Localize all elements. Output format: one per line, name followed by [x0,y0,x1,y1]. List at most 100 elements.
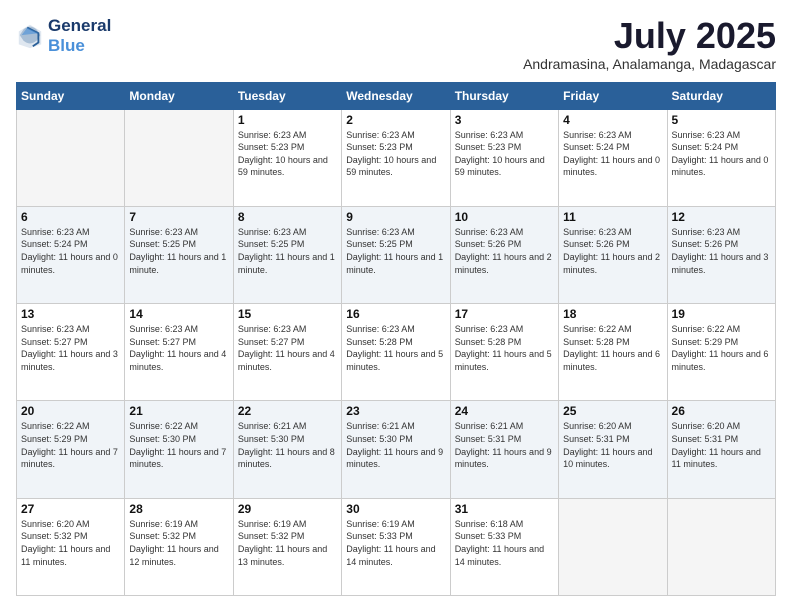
calendar-week-row: 27Sunrise: 6:20 AM Sunset: 5:32 PM Dayli… [17,498,776,595]
day-number: 27 [21,502,120,516]
col-sunday: Sunday [17,82,125,109]
table-cell: 13 Sunrise: 6:23 AM Sunset: 5:27 PM Dayli… [17,304,125,401]
table-cell [125,109,233,206]
day-info: Sunrise: 6:23 AM Sunset: 5:23 PM Dayligh… [346,129,445,179]
table-cell: 1Sunrise: 6:23 AM Sunset: 5:23 PM Daylig… [233,109,341,206]
day-number: 15 [238,307,337,321]
day-info: Sunrise: 6:20 AM Sunset: 5:31 PM Dayligh… [563,420,662,470]
table-cell: 4Sunrise: 6:23 AM Sunset: 5:24 PM Daylig… [559,109,667,206]
table-cell: 29 Sunrise: 6:19 AM Sunset: 5:32 PM Dayli… [233,498,341,595]
day-number: 22 [238,404,337,418]
day-info: Sunrise: 6:22 AM Sunset: 5:29 PM Dayligh… [672,323,771,373]
table-cell: 7 Sunrise: 6:23 AM Sunset: 5:25 PM Daylig… [125,206,233,303]
day-number: 17 [455,307,554,321]
day-number: 18 [563,307,662,321]
day-info: Sunrise: 6:23 AM Sunset: 5:28 PM Dayligh… [455,323,554,373]
table-cell: 15 Sunrise: 6:23 AM Sunset: 5:27 PM Dayli… [233,304,341,401]
day-number: 5 [672,113,771,127]
day-info: Sunrise: 6:23 AM Sunset: 5:27 PM Dayligh… [21,323,120,373]
table-cell: 14 Sunrise: 6:23 AM Sunset: 5:27 PM Dayli… [125,304,233,401]
day-number: 28 [129,502,228,516]
day-info: Sunrise: 6:23 AM Sunset: 5:26 PM Dayligh… [455,226,554,276]
table-cell: 24 Sunrise: 6:21 AM Sunset: 5:31 PM Dayli… [450,401,558,498]
table-cell: 23 Sunrise: 6:21 AM Sunset: 5:30 PM Dayli… [342,401,450,498]
table-cell: 12 Sunrise: 6:23 AM Sunset: 5:26 PM Dayli… [667,206,775,303]
day-info: Sunrise: 6:23 AM Sunset: 5:25 PM Dayligh… [238,226,337,276]
day-number: 12 [672,210,771,224]
day-info: Sunrise: 6:23 AM Sunset: 5:24 PM Dayligh… [21,226,120,276]
col-thursday: Thursday [450,82,558,109]
day-info: Sunrise: 6:19 AM Sunset: 5:33 PM Dayligh… [346,518,445,568]
calendar-week-row: 20 Sunrise: 6:22 AM Sunset: 5:29 PM Dayli… [17,401,776,498]
table-cell: 19 Sunrise: 6:22 AM Sunset: 5:29 PM Dayli… [667,304,775,401]
table-cell: 20 Sunrise: 6:22 AM Sunset: 5:29 PM Dayli… [17,401,125,498]
day-number: 9 [346,210,445,224]
location-title: Andramasina, Analamanga, Madagascar [523,56,776,72]
table-cell: 21 Sunrise: 6:22 AM Sunset: 5:30 PM Dayli… [125,401,233,498]
table-cell [17,109,125,206]
logo-icon [16,22,44,50]
table-cell: 8 Sunrise: 6:23 AM Sunset: 5:25 PM Daylig… [233,206,341,303]
day-info: Sunrise: 6:21 AM Sunset: 5:31 PM Dayligh… [455,420,554,470]
day-info: Sunrise: 6:19 AM Sunset: 5:32 PM Dayligh… [238,518,337,568]
col-friday: Friday [559,82,667,109]
day-info: Sunrise: 6:23 AM Sunset: 5:24 PM Dayligh… [563,129,662,179]
table-cell: 5 Sunrise: 6:23 AM Sunset: 5:24 PM Daylig… [667,109,775,206]
day-number: 26 [672,404,771,418]
day-number: 10 [455,210,554,224]
day-number: 20 [21,404,120,418]
calendar-table: Sunday Monday Tuesday Wednesday Thursday… [16,82,776,596]
day-number: 19 [672,307,771,321]
day-info: Sunrise: 6:21 AM Sunset: 5:30 PM Dayligh… [346,420,445,470]
day-number: 30 [346,502,445,516]
calendar-week-row: 1 Sunrise: 6:23 AM Sunset: 5:23 PM Daylig… [17,109,776,206]
table-cell: 17 Sunrise: 6:23 AM Sunset: 5:28 PM Dayli… [450,304,558,401]
day-number: 13 [21,307,120,321]
day-number: 8 [238,210,337,224]
day-info: Sunrise: 6:20 AM Sunset: 5:31 PM Dayligh… [672,420,771,470]
title-block: July 2025 Andramasina, Analamanga, Madag… [523,16,776,72]
day-number: 21 [129,404,228,418]
table-cell [559,498,667,595]
day-number: 16 [346,307,445,321]
day-info: Sunrise: 6:23 AM Sunset: 5:27 PM Dayligh… [238,323,337,373]
calendar-week-row: 6 Sunrise: 6:23 AM Sunset: 5:24 PM Daylig… [17,206,776,303]
day-info: Sunrise: 6:22 AM Sunset: 5:29 PM Dayligh… [21,420,120,470]
table-cell: 3 Sunrise: 6:23 AM Sunset: 5:23 PM Daylig… [450,109,558,206]
day-number: 1 [238,113,337,127]
day-info: Sunrise: 6:22 AM Sunset: 5:30 PM Dayligh… [129,420,228,470]
day-number: 23 [346,404,445,418]
table-cell: 27Sunrise: 6:20 AM Sunset: 5:32 PM Dayli… [17,498,125,595]
table-cell: 22 Sunrise: 6:21 AM Sunset: 5:30 PM Dayli… [233,401,341,498]
logo-text: General Blue [48,16,111,57]
day-number: 31 [455,502,554,516]
day-info: Sunrise: 6:23 AM Sunset: 5:26 PM Dayligh… [672,226,771,276]
day-info: Sunrise: 6:22 AM Sunset: 5:28 PM Dayligh… [563,323,662,373]
page: General Blue July 2025 Andramasina, Anal… [0,0,792,612]
day-number: 6 [21,210,120,224]
calendar-header-row: Sunday Monday Tuesday Wednesday Thursday… [17,82,776,109]
day-number: 24 [455,404,554,418]
day-info: Sunrise: 6:23 AM Sunset: 5:23 PM Dayligh… [455,129,554,179]
day-number: 29 [238,502,337,516]
table-cell: 31Sunrise: 6:18 AM Sunset: 5:33 PM Dayli… [450,498,558,595]
table-cell: 11Sunrise: 6:23 AM Sunset: 5:26 PM Dayli… [559,206,667,303]
table-cell: 26 Sunrise: 6:20 AM Sunset: 5:31 PM Dayli… [667,401,775,498]
day-number: 3 [455,113,554,127]
table-cell: 16 Sunrise: 6:23 AM Sunset: 5:28 PM Dayli… [342,304,450,401]
table-cell: 30 Sunrise: 6:19 AM Sunset: 5:33 PM Dayli… [342,498,450,595]
day-info: Sunrise: 6:23 AM Sunset: 5:25 PM Dayligh… [129,226,228,276]
day-number: 14 [129,307,228,321]
day-number: 7 [129,210,228,224]
calendar-week-row: 13 Sunrise: 6:23 AM Sunset: 5:27 PM Dayli… [17,304,776,401]
col-monday: Monday [125,82,233,109]
month-title: July 2025 [523,16,776,56]
logo: General Blue [16,16,111,57]
day-info: Sunrise: 6:23 AM Sunset: 5:27 PM Dayligh… [129,323,228,373]
day-info: Sunrise: 6:23 AM Sunset: 5:24 PM Dayligh… [672,129,771,179]
day-info: Sunrise: 6:23 AM Sunset: 5:28 PM Dayligh… [346,323,445,373]
table-cell: 6 Sunrise: 6:23 AM Sunset: 5:24 PM Daylig… [17,206,125,303]
table-cell: 28Sunrise: 6:19 AM Sunset: 5:32 PM Dayli… [125,498,233,595]
col-saturday: Saturday [667,82,775,109]
day-info: Sunrise: 6:21 AM Sunset: 5:30 PM Dayligh… [238,420,337,470]
